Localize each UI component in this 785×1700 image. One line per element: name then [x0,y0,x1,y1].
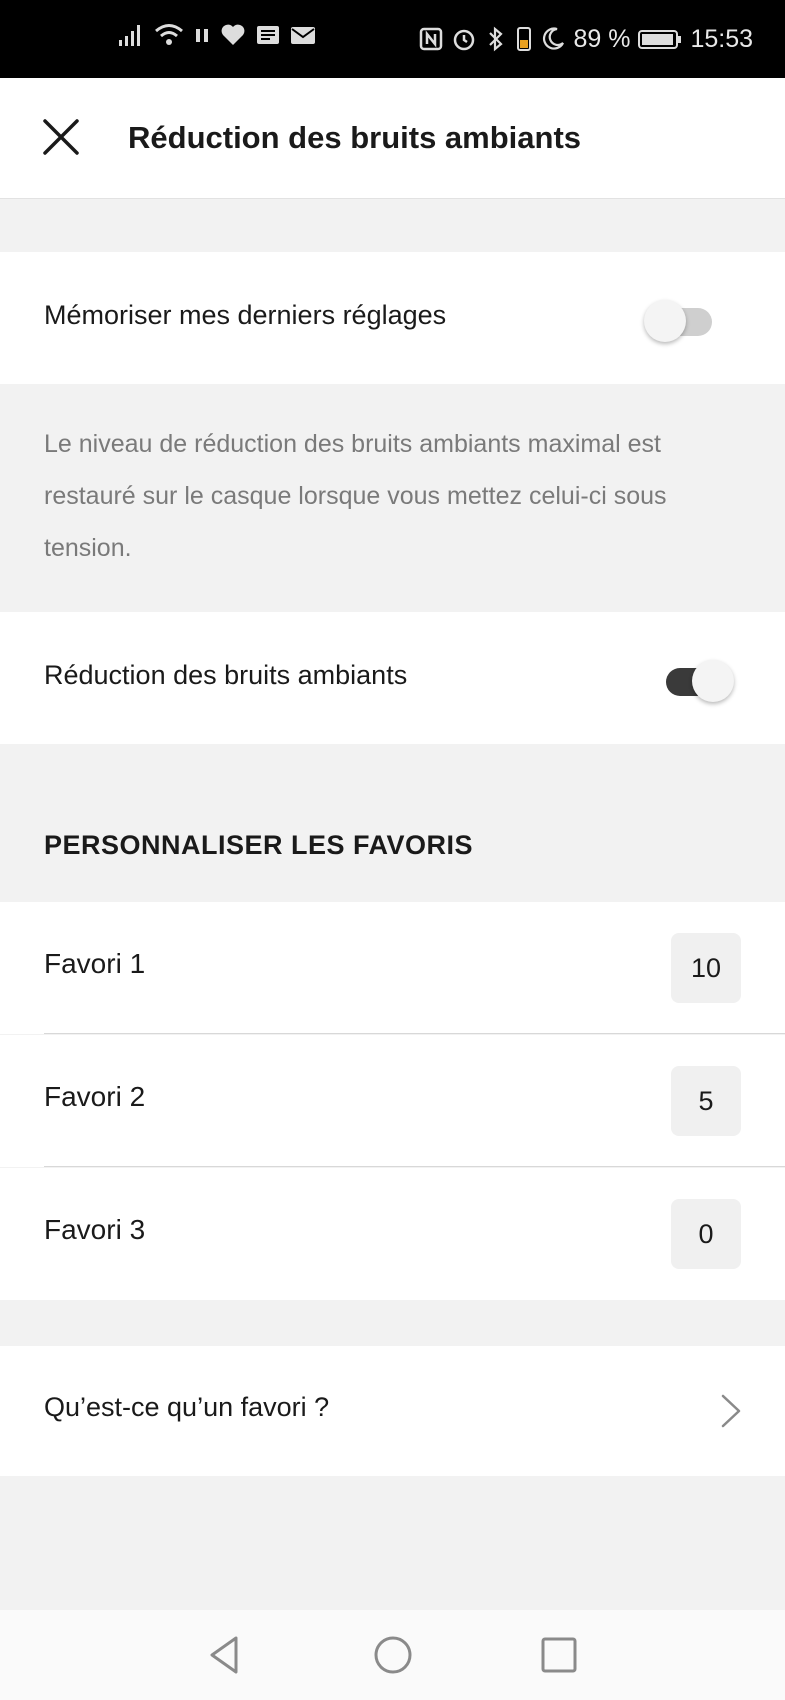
toggle-knob [644,300,686,342]
favorite-row[interactable]: Favori 1 10 [0,902,785,1034]
what-is-favorite-row[interactable]: Qu’est-ce qu’un favori ? [0,1346,785,1476]
noise-reduction-row[interactable]: Réduction des bruits ambiants [0,612,785,744]
noise-reduction-label: Réduction des bruits ambiants [44,660,408,690]
favorite-label: Favori 1 [44,948,146,979]
back-triangle-icon [210,1636,238,1674]
remember-settings-toggle[interactable] [644,294,716,342]
vibrate-icon [517,27,532,51]
page-title: Réduction des bruits ambiants [128,120,582,155]
header: Réduction des bruits ambiants [0,78,785,199]
close-button[interactable] [36,112,86,162]
remember-settings-label: Mémoriser mes derniers réglages [44,300,447,330]
remember-description: Le niveau de réduction des bruits ambian… [44,430,667,562]
mail-icon [291,27,315,44]
favorite-label: Favori 2 [44,1081,146,1112]
heart-icon [221,24,245,45]
divider [44,1166,785,1167]
battery-percent: 89 % [573,25,631,53]
noise-reduction-toggle[interactable] [662,654,734,702]
favorites-section-title: PERSONNALISER LES FAVORIS [44,830,474,860]
signal-icon [119,25,140,46]
battery-icon [638,30,682,49]
clock: 15:53 [690,25,753,53]
remember-settings-row[interactable]: Mémoriser mes derniers réglages [0,252,785,384]
wifi-icon [155,24,183,45]
recents-button[interactable] [536,1632,582,1678]
favorite-value-box[interactable]: 5 [671,1066,741,1136]
favorite-value-box[interactable]: 10 [671,933,741,1003]
back-button[interactable] [202,1632,248,1678]
favorite-row[interactable]: Favori 3 0 [0,1168,785,1300]
nfc-icon [420,27,443,51]
pause-icon [196,29,208,42]
moon-icon [543,27,565,50]
divider [44,1033,785,1034]
recents-square-icon [541,1637,577,1673]
status-bar: 89 % 15:53 [0,0,785,78]
system-nav-bar [0,1610,785,1700]
chevron-right-icon [721,1394,741,1428]
status-right-icons: 89 % 15:53 [419,22,753,56]
home-circle-icon [374,1636,412,1674]
favorite-label: Favori 3 [44,1214,146,1245]
news-icon [257,26,279,44]
home-button[interactable] [370,1632,416,1678]
favorite-value-box[interactable]: 0 [671,1199,741,1269]
toggle-knob [692,660,734,702]
bluetooth-icon [489,26,504,52]
alarm-icon [454,29,475,51]
close-icon [43,119,79,155]
status-left-icons [118,22,316,48]
favorite-row[interactable]: Favori 2 5 [0,1035,785,1167]
what-is-favorite-label: Qu’est-ce qu’un favori ? [44,1392,330,1422]
